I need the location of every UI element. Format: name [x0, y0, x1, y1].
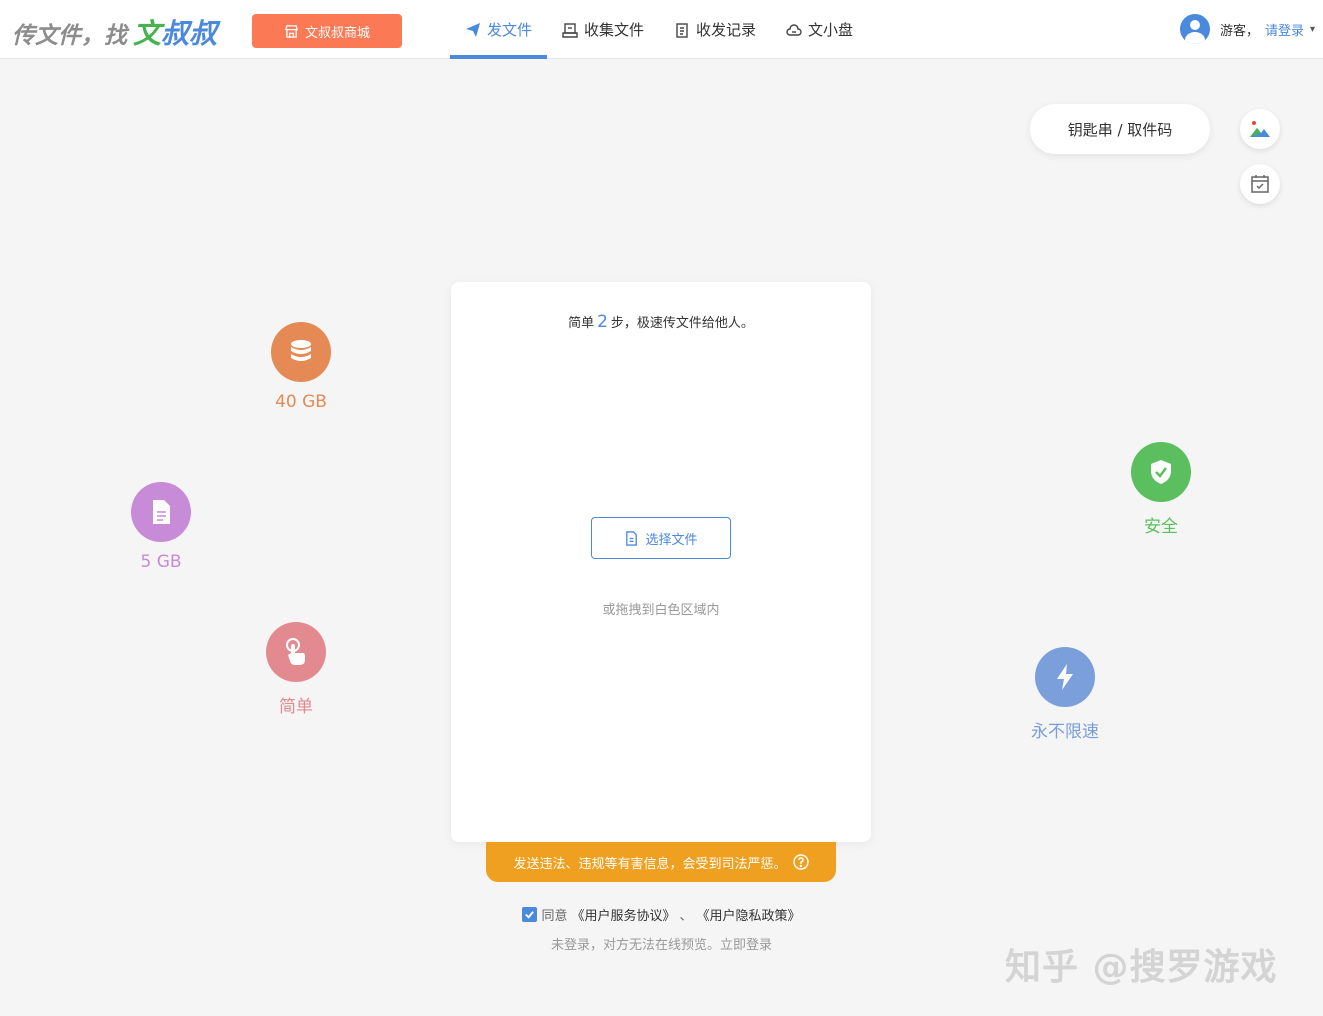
site-logo[interactable]: 传文件，找 文 叔叔 [12, 12, 217, 50]
inbox-icon [562, 22, 578, 38]
hand-pointer-icon [286, 638, 305, 665]
agree-separator: 、 [679, 909, 693, 924]
upload-drop-zone[interactable]: 简单 2 步，极速传文件给他人。 选择文件 或拖拽到白色区域内 [451, 282, 871, 842]
feature-no-speed-limit: 永不限速 [1005, 647, 1125, 742]
shield-check-icon [1151, 460, 1171, 484]
legal-warning-bar: 发送违法、违规等有害信息，会受到司法严惩。 [486, 842, 836, 882]
login-link[interactable]: 请登录 [1265, 20, 1304, 39]
user-service-agreement-link[interactable]: 《用户服务协议》 [571, 905, 675, 924]
feature-circle [131, 482, 191, 542]
document-icon [153, 500, 170, 524]
agree-checkbox[interactable] [522, 907, 538, 922]
shop-button-label: 文叔叔商城 [304, 25, 370, 41]
choose-file-button[interactable]: 选择文件 [591, 517, 731, 559]
steps-number: 2 [597, 312, 608, 332]
shop-button[interactable]: 文叔叔商城 [252, 14, 402, 48]
feature-circle [1131, 442, 1191, 502]
logo-text-prefix: 传文件，找 [12, 23, 127, 49]
avatar[interactable] [1179, 14, 1210, 44]
nav-send-file-label: 发文件 [487, 21, 533, 39]
feature-secure: 安全 [1101, 442, 1221, 537]
nav-collect-files[interactable]: 收集文件 [547, 0, 659, 59]
guest-label: 游客， [1219, 23, 1259, 39]
nav-cloud-drive-label: 文小盘 [808, 21, 854, 39]
keychain-pickup-code-button[interactable]: 钥匙串 / 取件码 [1030, 104, 1210, 154]
steps-prefix: 简单 [568, 316, 595, 331]
feature-label: 40 GB [275, 392, 327, 412]
feature-storage-40gb: 40 GB [241, 322, 361, 412]
check-icon [525, 911, 535, 919]
calendar-button[interactable] [1240, 164, 1280, 204]
nav-collect-files-label: 收集文件 [584, 21, 645, 39]
store-icon [285, 24, 298, 38]
lightning-icon [1057, 664, 1073, 690]
feature-label: 简单 [279, 697, 313, 717]
watermark: 知乎 @搜罗游戏 [1005, 947, 1278, 988]
nav-cloud-drive[interactable]: 文小盘 [771, 0, 868, 59]
logo-text-wen: 文 [133, 17, 162, 50]
landscape-image-icon [1250, 121, 1270, 137]
logo-text-shushu: 叔叔 [161, 17, 218, 50]
background-image-button[interactable] [1240, 109, 1280, 149]
choose-file-label: 选择文件 [645, 532, 698, 548]
file-icon [626, 530, 638, 546]
question-circle-icon[interactable] [792, 854, 809, 870]
feature-label: 安全 [1144, 517, 1178, 537]
feature-simple: 简单 [236, 622, 356, 717]
clipboard-icon [676, 22, 688, 38]
cloud-drive-icon [786, 23, 802, 36]
main-nav: 发文件 收集文件 收发记录 文小盘 [450, 0, 868, 59]
paper-plane-icon [466, 22, 480, 37]
privacy-policy-link[interactable]: 《用户隐私政策》 [697, 905, 801, 924]
feature-file-5gb: 5 GB [101, 482, 221, 572]
agree-prefix: 同意 [541, 909, 568, 924]
feature-label: 5 GB [140, 552, 182, 572]
feature-circle [271, 322, 331, 382]
agreement-row: 同意 《用户服务协议》 、 《用户隐私政策》 [0, 905, 1323, 924]
steps-intro: 简单 2 步，极速传文件给他人。 [451, 312, 871, 332]
keychain-button-label: 钥匙串 / 取件码 [1067, 120, 1173, 139]
nav-send-file[interactable]: 发文件 [450, 0, 548, 59]
warning-text: 发送违法、违规等有害信息，会受到司法严惩。 [513, 856, 787, 872]
drag-hint: 或拖拽到白色区域内 [602, 603, 720, 618]
user-area[interactable]: 游客， 请登录 ▾ [1179, 13, 1315, 45]
chevron-down-icon[interactable]: ▾ [1310, 24, 1315, 35]
feature-circle [266, 622, 326, 682]
database-icon [291, 340, 311, 361]
calendar-check-icon [1251, 175, 1269, 193]
nav-transfer-records-label: 收发记录 [696, 21, 757, 39]
top-header: 传文件，找 文 叔叔 文叔叔商城 发文件 收集文件 收发记录 文小盘 游客， 请… [0, 0, 1323, 59]
feature-circle [1035, 647, 1095, 707]
nav-transfer-records[interactable]: 收发记录 [659, 0, 771, 59]
steps-suffix: 步，极速传文件给他人。 [610, 316, 754, 331]
feature-label: 永不限速 [1031, 722, 1099, 742]
